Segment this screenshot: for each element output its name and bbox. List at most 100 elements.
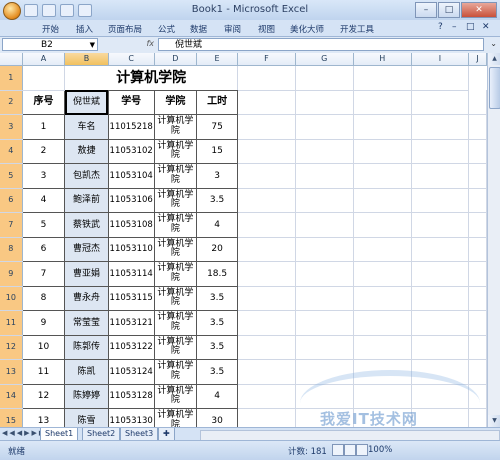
column-header[interactable]: H bbox=[353, 53, 412, 66]
cell[interactable] bbox=[237, 65, 296, 91]
cell[interactable]: 陈凯 bbox=[64, 359, 109, 385]
cell[interactable] bbox=[411, 335, 470, 360]
row-header[interactable]: 10 bbox=[0, 286, 23, 311]
help-icon[interactable]: ? bbox=[438, 22, 443, 32]
cell[interactable]: 计算机学院 bbox=[153, 212, 198, 238]
cell[interactable]: 3.5 bbox=[196, 359, 239, 385]
cell[interactable] bbox=[468, 359, 487, 385]
cell[interactable] bbox=[295, 286, 354, 311]
cell[interactable] bbox=[295, 114, 354, 140]
cell[interactable] bbox=[411, 237, 470, 262]
cell[interactable]: 计算机学院 bbox=[153, 310, 198, 336]
cell[interactable]: 11053104 bbox=[107, 163, 155, 189]
workbook-minimize-button[interactable]: – bbox=[452, 22, 457, 32]
cell[interactable] bbox=[295, 65, 354, 91]
tab-home[interactable]: 开始 bbox=[42, 23, 59, 35]
cell[interactable] bbox=[353, 286, 412, 311]
cell[interactable] bbox=[411, 139, 470, 164]
column-header[interactable]: D bbox=[154, 53, 198, 66]
row-header[interactable]: 12 bbox=[0, 335, 23, 360]
column-header[interactable]: C bbox=[108, 53, 155, 66]
cell[interactable]: 计算机学院 bbox=[153, 236, 198, 262]
row-header[interactable]: 8 bbox=[0, 237, 23, 262]
header-cell[interactable]: 工时 bbox=[196, 89, 239, 115]
cell[interactable] bbox=[468, 212, 487, 238]
cell[interactable]: 20 bbox=[196, 236, 239, 262]
cell[interactable]: 计算机学院 bbox=[153, 114, 198, 140]
cell[interactable]: 6 bbox=[21, 236, 66, 262]
cell[interactable] bbox=[468, 114, 487, 140]
cell[interactable] bbox=[353, 310, 412, 336]
column-header[interactable]: E bbox=[196, 53, 239, 66]
cell[interactable]: 15 bbox=[196, 138, 239, 164]
page-layout-view-icon[interactable] bbox=[344, 444, 356, 456]
cell[interactable] bbox=[353, 90, 412, 115]
cell[interactable]: 陈婷婷 bbox=[64, 383, 109, 409]
tab-developer[interactable]: 开发工具 bbox=[340, 23, 374, 35]
cell[interactable]: 18.5 bbox=[196, 261, 239, 287]
column-header[interactable]: I bbox=[411, 53, 470, 66]
scroll-up-icon[interactable]: ▲ bbox=[488, 53, 500, 65]
cell[interactable]: 陈郭传 bbox=[64, 334, 109, 360]
cell[interactable]: 10 bbox=[21, 334, 66, 360]
tab-page-layout[interactable]: 页面布局 bbox=[108, 23, 142, 35]
cell[interactable] bbox=[411, 65, 470, 91]
cell[interactable]: 3.5 bbox=[196, 285, 239, 311]
cell[interactable]: 曹永舟 bbox=[64, 285, 109, 311]
cell[interactable]: 3.5 bbox=[196, 334, 239, 360]
cell[interactable]: 11053128 bbox=[107, 383, 155, 409]
cell[interactable]: 75 bbox=[196, 114, 239, 140]
minimize-button[interactable]: – bbox=[415, 2, 437, 18]
cell[interactable] bbox=[237, 310, 296, 336]
cell[interactable] bbox=[295, 237, 354, 262]
header-cell[interactable]: 学院 bbox=[153, 89, 198, 115]
cell[interactable]: 计算机学院 bbox=[153, 408, 198, 427]
cell[interactable]: 13 bbox=[21, 408, 66, 427]
cell[interactable] bbox=[353, 212, 412, 238]
row-header[interactable]: 4 bbox=[0, 139, 23, 164]
cell[interactable] bbox=[295, 139, 354, 164]
zoom-level[interactable]: 100% bbox=[368, 445, 392, 455]
cell[interactable] bbox=[353, 237, 412, 262]
column-header[interactable]: B bbox=[64, 53, 109, 66]
cell[interactable]: 计算机学院 bbox=[153, 359, 198, 385]
cell[interactable] bbox=[411, 261, 470, 287]
cell[interactable] bbox=[237, 335, 296, 360]
scroll-thumb[interactable] bbox=[489, 67, 500, 109]
row-header[interactable]: 14 bbox=[0, 384, 23, 409]
cell[interactable]: 11015218 bbox=[107, 114, 155, 140]
cell[interactable] bbox=[295, 261, 354, 287]
row-header[interactable]: 1 bbox=[0, 65, 23, 91]
name-box[interactable]: B2 ▼ bbox=[2, 38, 98, 51]
tab-beautify-master[interactable]: 美化大师 bbox=[290, 23, 324, 35]
cell[interactable]: 陈雪 bbox=[64, 408, 109, 427]
cell[interactable] bbox=[237, 408, 296, 427]
cell[interactable] bbox=[22, 65, 66, 91]
cell[interactable]: 3.5 bbox=[196, 310, 239, 336]
cell[interactable] bbox=[468, 335, 487, 360]
tab-data[interactable]: 数据 bbox=[190, 23, 207, 35]
cell[interactable] bbox=[237, 188, 296, 213]
normal-view-icon[interactable] bbox=[332, 444, 344, 456]
cell[interactable]: 8 bbox=[21, 285, 66, 311]
row-header[interactable]: 13 bbox=[0, 359, 23, 385]
cell[interactable]: 11053106 bbox=[107, 187, 155, 213]
cell[interactable] bbox=[468, 286, 487, 311]
cell[interactable]: 曹冠杰 bbox=[64, 236, 109, 262]
cell[interactable] bbox=[468, 139, 487, 164]
row-header[interactable]: 11 bbox=[0, 310, 23, 336]
row-header[interactable]: 9 bbox=[0, 261, 23, 287]
cell[interactable] bbox=[353, 163, 412, 189]
cell[interactable]: 4 bbox=[21, 187, 66, 213]
active-cell[interactable]: 倪世斌 bbox=[64, 89, 109, 115]
cell[interactable]: 11053102 bbox=[107, 138, 155, 164]
cell[interactable]: 计算机学院 bbox=[153, 383, 198, 409]
cell[interactable] bbox=[353, 335, 412, 360]
cell[interactable] bbox=[295, 310, 354, 336]
cell[interactable]: 2 bbox=[21, 138, 66, 164]
cell[interactable] bbox=[411, 163, 470, 189]
cell[interactable] bbox=[237, 90, 296, 115]
cell[interactable]: 1 bbox=[21, 114, 66, 140]
cell[interactable] bbox=[295, 188, 354, 213]
cell[interactable] bbox=[295, 90, 354, 115]
